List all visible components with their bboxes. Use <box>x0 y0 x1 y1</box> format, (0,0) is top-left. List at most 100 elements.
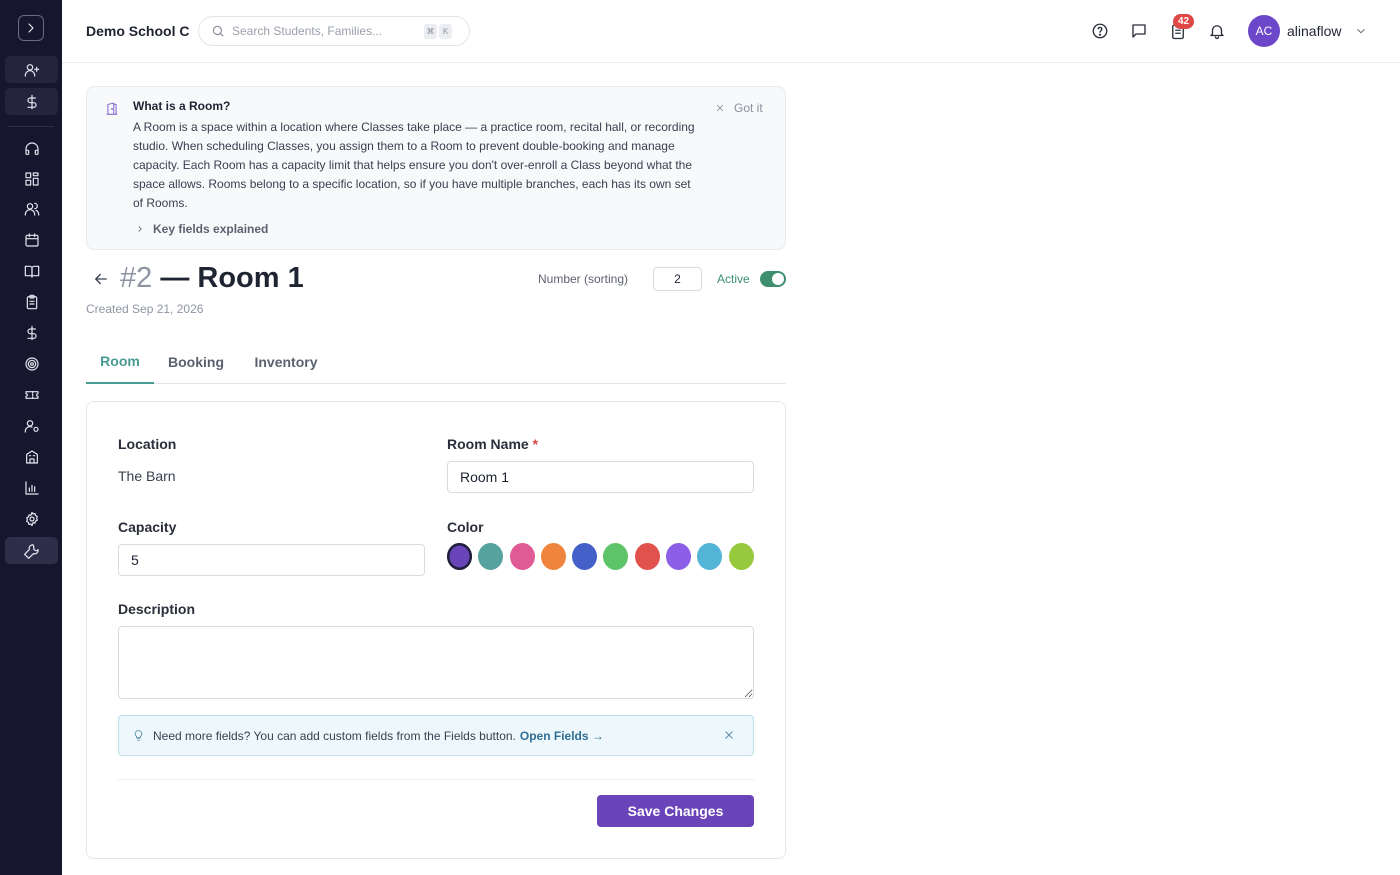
sidebar-item-dashboard[interactable] <box>5 165 58 192</box>
capacity-input[interactable] <box>118 544 425 576</box>
book-icon <box>24 265 39 278</box>
add-user-icon <box>24 63 39 77</box>
chat-icon <box>1132 24 1146 38</box>
bell-icon <box>1210 25 1224 40</box>
ticket-icon <box>24 390 39 399</box>
lightbulb-icon <box>134 730 143 741</box>
close-icon <box>725 731 733 739</box>
sidebar-item-users[interactable] <box>5 195 58 222</box>
color-label: Color <box>447 519 484 535</box>
sidebar-item-add-user[interactable] <box>5 56 58 83</box>
chevron-down-icon <box>1357 28 1365 34</box>
notifications-button[interactable] <box>1207 21 1227 41</box>
created-date: Created Sep 21, 2026 <box>86 302 204 316</box>
location-value: The Barn <box>118 468 176 484</box>
room-title: — Room 1 <box>160 262 304 294</box>
sidebar-item-billing[interactable] <box>5 88 58 115</box>
room-info-callout: What is a Room? A Room is a space within… <box>86 86 786 250</box>
active-toggle[interactable] <box>760 271 786 287</box>
shortcut-key-k: K <box>439 23 452 39</box>
info-title: What is a Room? <box>133 99 231 113</box>
location-label: Location <box>118 436 177 452</box>
sidebar-item-payments[interactable] <box>5 319 58 346</box>
active-label: Active <box>717 272 750 286</box>
sidebar-item-events[interactable] <box>5 381 58 408</box>
search-input[interactable] <box>232 24 422 38</box>
door-icon <box>106 102 118 115</box>
open-fields-link[interactable]: Open Fields → <box>520 729 604 743</box>
dismiss-info-button[interactable]: Got it <box>715 101 763 115</box>
help-icon <box>1092 23 1108 39</box>
global-search[interactable]: ⌘ K <box>198 16 470 46</box>
color-swatch[interactable] <box>572 543 598 570</box>
sidebar-item-tools[interactable] <box>5 537 58 564</box>
info-body: A Room is a space within a location wher… <box>133 120 695 210</box>
chevron-right-icon <box>138 226 142 232</box>
close-hint-button[interactable] <box>723 729 735 744</box>
school-name[interactable]: Demo School C <box>86 23 189 39</box>
back-button[interactable] <box>92 270 110 291</box>
sidebar-item-locations[interactable] <box>5 443 58 470</box>
hint-text: Need more fields? You can add custom fie… <box>153 728 516 743</box>
sort-number-input[interactable] <box>653 267 702 291</box>
color-swatch[interactable] <box>666 543 692 570</box>
building-icon <box>25 449 38 464</box>
username[interactable]: alinaflow <box>1287 23 1341 39</box>
sidebar-expand-button[interactable] <box>18 15 44 41</box>
sidebar-item-reports[interactable] <box>5 474 58 501</box>
sidebar-item-attendance[interactable] <box>5 288 58 315</box>
sidebar-item-staff[interactable] <box>5 412 58 439</box>
gear-icon <box>25 511 38 526</box>
user-avatar[interactable]: AC <box>1248 15 1280 47</box>
headset-icon <box>24 141 39 155</box>
tab-booking[interactable]: Booking <box>162 340 230 384</box>
save-changes-button[interactable]: Save Changes <box>597 795 754 827</box>
tab-room[interactable]: Room <box>86 340 154 384</box>
room-form: Location The Barn Room Name * Capacity C… <box>86 401 786 859</box>
messages-button[interactable] <box>1129 21 1149 41</box>
color-swatch[interactable] <box>634 543 660 570</box>
sidebar-item-calendar[interactable] <box>5 226 58 253</box>
color-swatch[interactable] <box>540 543 566 570</box>
room-number-prefix: #2 <box>120 262 153 294</box>
wrench-icon <box>23 543 39 559</box>
room-tabs: Room Booking Inventory <box>86 340 786 384</box>
description-textarea[interactable] <box>118 626 754 699</box>
sidebar-item-lessons[interactable] <box>5 257 58 284</box>
room-name-label-text: Room Name <box>447 436 529 452</box>
required-mark: * <box>532 436 539 452</box>
close-icon <box>716 104 724 112</box>
color-swatch[interactable] <box>478 543 504 570</box>
color-swatch[interactable] <box>509 543 535 570</box>
sidebar-item-support[interactable] <box>5 135 58 162</box>
color-swatch[interactable] <box>728 543 754 570</box>
color-swatch[interactable] <box>603 543 629 570</box>
dismiss-info-label: Got it <box>734 101 763 115</box>
shortcut-key-cmd: ⌘ <box>424 23 437 39</box>
help-button[interactable] <box>1090 21 1110 41</box>
top-bar: Demo School C ⌘ K 42 AC alinaflow <box>62 0 1400 63</box>
dollar-icon <box>26 94 37 109</box>
color-swatch[interactable] <box>447 543 472 570</box>
calendar-icon <box>24 232 39 247</box>
chevron-right-icon <box>28 23 34 33</box>
sidebar-item-goals[interactable] <box>5 350 58 377</box>
custom-fields-hint: Need more fields? You can add custom fie… <box>118 715 754 756</box>
sidebar-item-settings[interactable] <box>5 505 58 532</box>
target-icon <box>24 356 39 371</box>
color-swatch[interactable] <box>697 543 723 570</box>
description-label: Description <box>118 601 196 617</box>
key-fields-toggle[interactable]: Key fields explained <box>135 222 268 236</box>
page-title: #2 — Room 1 <box>120 262 304 295</box>
toggle-knob <box>772 273 784 285</box>
form-divider <box>118 779 754 780</box>
room-name-input[interactable] <box>447 461 754 493</box>
arrow-left-icon <box>94 273 107 285</box>
dollar-icon <box>26 325 37 340</box>
sidebar <box>0 0 62 875</box>
clipboard-icon <box>26 294 37 309</box>
tab-inventory[interactable]: Inventory <box>246 340 326 384</box>
tasks-count-badge: 42 <box>1173 14 1194 29</box>
bar-chart-icon <box>24 480 39 495</box>
user-menu-toggle[interactable] <box>1354 24 1368 41</box>
